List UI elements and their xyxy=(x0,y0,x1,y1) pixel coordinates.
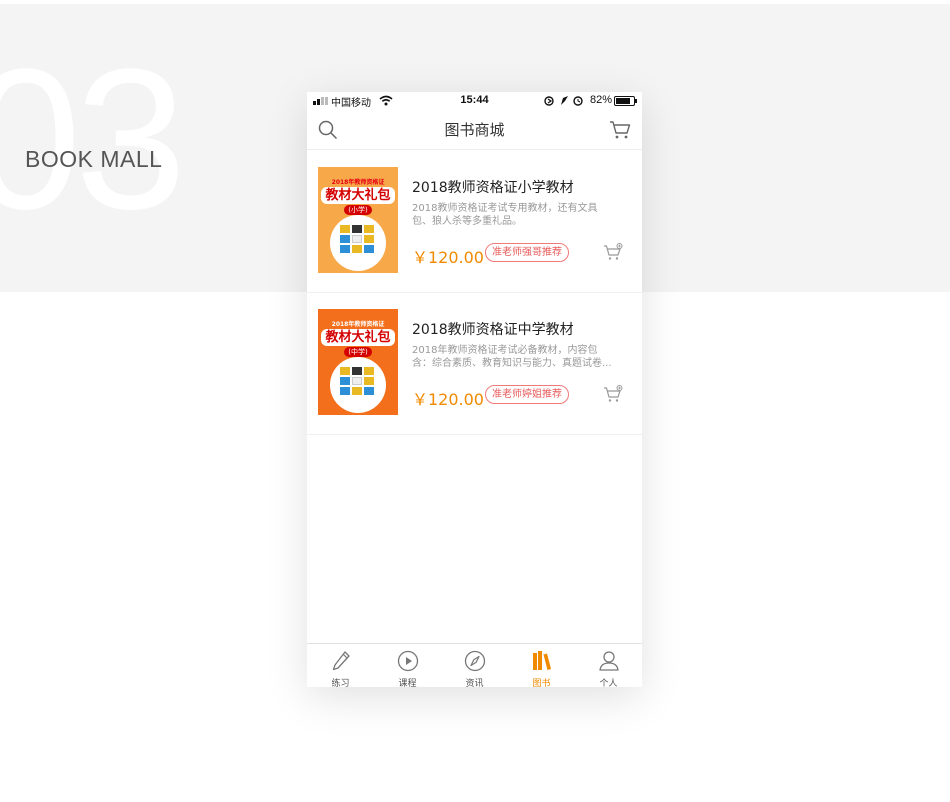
cover-top-text: 2018年教师资格证 xyxy=(331,321,385,328)
book-cover-image[interactable]: 2018年教师资格证 教材大礼包 (小学) xyxy=(318,167,398,273)
section-number: 03 xyxy=(0,28,186,251)
tab-practice[interactable]: 练习 xyxy=(307,644,374,687)
tab-profile[interactable]: 个人 xyxy=(575,644,642,687)
play-circle-icon xyxy=(397,650,418,672)
cover-subtitle: (小学) xyxy=(344,205,372,215)
tab-label: 个人 xyxy=(599,679,618,687)
product-title[interactable]: 2018教师资格证中学教材 xyxy=(412,319,574,339)
product-title[interactable]: 2018教师资格证小学教材 xyxy=(412,177,574,197)
presentation-canvas: 03 BOOK MALL 中国移动 15:44 82% 图书商城 2018年教师… xyxy=(0,0,950,802)
tab-label: 课程 xyxy=(398,679,417,687)
cover-books-art xyxy=(340,367,376,395)
cover-title: 教材大礼包 xyxy=(321,329,395,346)
tab-label: 图书 xyxy=(532,679,551,687)
compass-icon xyxy=(464,650,485,672)
product-description: 2018年教师资格证考试必备教材，内容包 含：综合素质、教育知识与能力、真题试卷… xyxy=(412,345,612,369)
product-card[interactable]: 2018年教师资格证 教材大礼包 (中学) 2018教师资格证中学教材 2018… xyxy=(307,293,642,435)
product-price: ￥120.00 xyxy=(412,390,484,409)
cart-icon[interactable] xyxy=(609,120,631,140)
recommend-badge: 准老师婷姐推荐 xyxy=(485,385,569,404)
status-bar: 中国移动 15:44 82% xyxy=(307,92,642,110)
battery-icon xyxy=(614,96,637,106)
pencil-icon xyxy=(332,651,350,671)
recommend-badge: 准老师强哥推荐 xyxy=(485,243,569,262)
product-description: 2018教师资格证考试专用教材，还有文具 包、狼人杀等多重礼品。 xyxy=(412,203,598,227)
tab-news[interactable]: 资讯 xyxy=(441,644,508,687)
cover-subtitle: (中学) xyxy=(344,347,372,357)
cover-top-text: 2018年教师资格证 xyxy=(331,179,385,186)
tab-bar: 练习 课程 资讯 图书 个人 xyxy=(307,643,642,687)
add-to-cart-icon[interactable] xyxy=(603,243,623,261)
person-icon xyxy=(598,651,619,671)
battery-percent: 82% xyxy=(590,94,613,106)
book-cover-image[interactable]: 2018年教师资格证 教材大礼包 (中学) xyxy=(318,309,398,415)
page-title: 图书商城 xyxy=(444,121,505,139)
add-to-cart-icon[interactable] xyxy=(603,385,623,403)
product-list: 2018年教师资格证 教材大礼包 (小学) 2018教师资格证小学教材 2018… xyxy=(307,151,642,435)
nav-bar: 图书商城 xyxy=(307,110,642,150)
tab-label: 练习 xyxy=(331,679,350,687)
product-price: ￥120.00 xyxy=(412,248,484,267)
phone-screen: 中国移动 15:44 82% 图书商城 2018年教师资格证 教材大礼包 (小学… xyxy=(307,92,642,687)
section-title: BOOK MALL xyxy=(25,146,163,172)
tab-label: 资讯 xyxy=(465,679,484,687)
cover-title: 教材大礼包 xyxy=(321,187,395,204)
tab-books[interactable]: 图书 xyxy=(508,644,575,687)
tab-courses[interactable]: 课程 xyxy=(374,644,441,687)
status-indicators-icon xyxy=(544,96,583,106)
cover-books-art xyxy=(340,225,376,253)
books-icon xyxy=(532,651,551,670)
product-card[interactable]: 2018年教师资格证 教材大礼包 (小学) 2018教师资格证小学教材 2018… xyxy=(307,151,642,293)
